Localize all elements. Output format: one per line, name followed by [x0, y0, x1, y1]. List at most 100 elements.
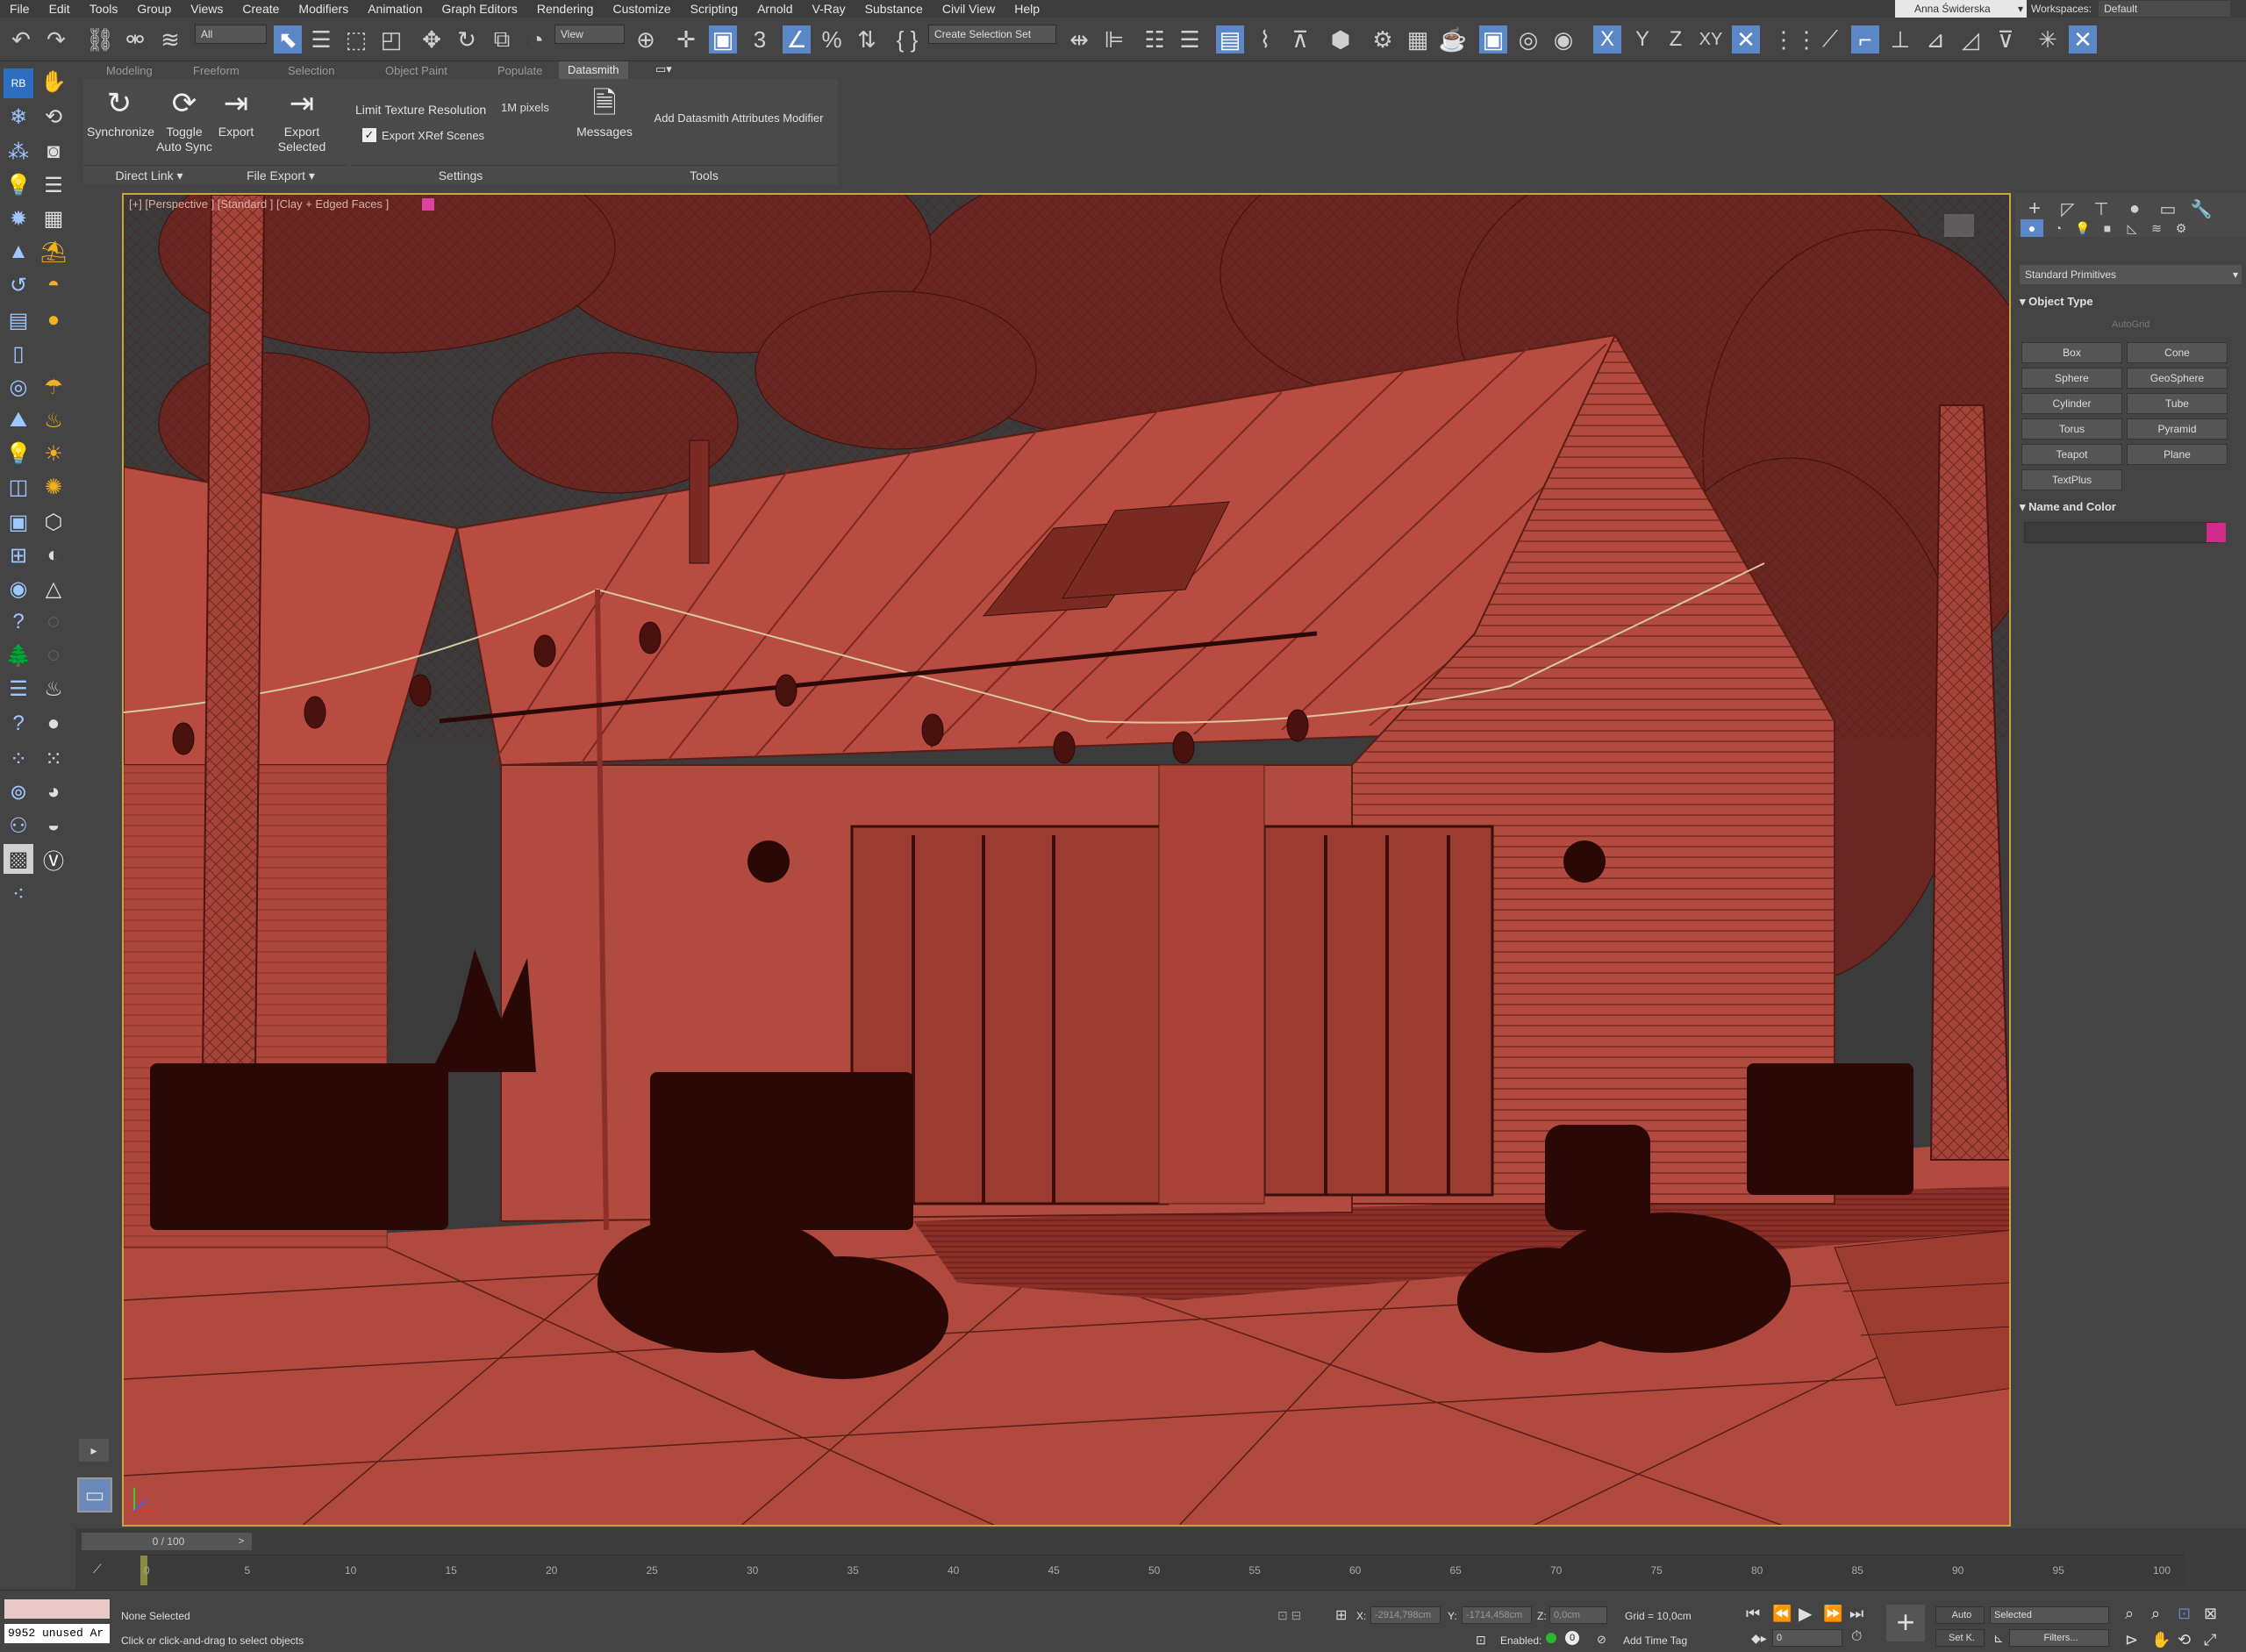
- cameras-icon[interactable]: ■: [2096, 219, 2119, 237]
- scatter-icon[interactable]: ⁂: [4, 137, 33, 167]
- geosphere-button[interactable]: GeoSphere: [2127, 368, 2228, 389]
- snap-options-icon[interactable]: ✳: [2034, 25, 2062, 54]
- filters-button[interactable]: Filters...: [2009, 1629, 2109, 1647]
- sky-icon[interactable]: ✺: [39, 472, 68, 502]
- snap-vertex-icon[interactable]: ⟋: [1816, 25, 1844, 54]
- menu-substance[interactable]: Substance: [855, 2, 933, 16]
- angle-snap-icon[interactable]: ∠: [783, 25, 811, 54]
- camera-icon[interactable]: ◙: [39, 137, 68, 167]
- paint-icon[interactable]: ◕: [39, 777, 68, 807]
- ribbon-toggle-icon[interactable]: ▤: [1216, 25, 1244, 54]
- menu-edit[interactable]: Edit: [39, 2, 80, 16]
- export-selected-button[interactable]: ⇥ Export Selected: [259, 82, 345, 154]
- enabled-indicator[interactable]: [1546, 1633, 1556, 1643]
- systems-icon[interactable]: ⚙: [2170, 219, 2192, 237]
- group-file-export[interactable]: File Export ▾: [215, 165, 347, 184]
- snap-face-icon[interactable]: ◿: [1956, 25, 1985, 54]
- add-datasmith-modifier-button[interactable]: Add Datasmith Attributes Modifier: [645, 111, 833, 125]
- sphere-button[interactable]: Sphere: [2021, 368, 2122, 389]
- tab-datasmith[interactable]: Datasmith: [559, 61, 628, 79]
- plane-button[interactable]: Plane: [2127, 444, 2228, 465]
- pan-icon[interactable]: ✋: [2151, 1631, 2171, 1649]
- people-icon[interactable]: ⚇: [4, 811, 33, 840]
- material-editor-icon[interactable]: ⬢: [1327, 25, 1355, 54]
- time-slider[interactable]: 0 / 100: [85, 1533, 252, 1550]
- grid-icon[interactable]: ⊞: [4, 540, 33, 570]
- torus-button[interactable]: Torus: [2021, 418, 2122, 440]
- export-xref-checkbox[interactable]: ✓: [362, 128, 376, 142]
- cylinder-button[interactable]: Cylinder: [2021, 393, 2122, 414]
- field-of-view-icon[interactable]: ⊳: [2125, 1631, 2138, 1649]
- box-button[interactable]: Box: [2021, 342, 2122, 363]
- auto-key-button[interactable]: Auto: [1935, 1606, 1985, 1624]
- redo-icon[interactable]: ↷: [42, 25, 70, 54]
- viewport-layout-icon[interactable]: ▭: [77, 1477, 112, 1513]
- menu-arnold[interactable]: Arnold: [747, 2, 802, 16]
- list-icon[interactable]: ☰: [39, 170, 68, 200]
- material-ball-icon[interactable]: ●: [39, 709, 68, 739]
- zoom-extents-icon[interactable]: ⊡: [2178, 1605, 2191, 1623]
- select-object-icon[interactable]: ⬉: [274, 25, 302, 54]
- geometry-icon[interactable]: ●: [2021, 219, 2043, 237]
- group-direct-link[interactable]: Direct Link ▾: [83, 165, 215, 184]
- undo-icon[interactable]: ↶: [7, 25, 35, 54]
- lights-icon[interactable]: 💡: [2071, 219, 2094, 237]
- shapes-icon[interactable]: ◔: [2047, 219, 2070, 237]
- orbit-view-icon[interactable]: ⟲: [2178, 1631, 2191, 1649]
- menu-rendering[interactable]: Rendering: [527, 2, 604, 16]
- menu-civil-view[interactable]: Civil View: [933, 2, 1005, 16]
- texture-resolution-dropdown[interactable]: 1M pixels: [496, 99, 566, 118]
- axis-x-button[interactable]: X: [1593, 25, 1621, 54]
- spot-light-icon[interactable]: ☂: [39, 372, 68, 402]
- scatter-dots-icon[interactable]: ⁖: [4, 879, 33, 909]
- maximize-viewport-icon[interactable]: ⤢: [2204, 1631, 2216, 1649]
- ring-icon[interactable]: ⊚: [4, 777, 33, 807]
- menu-customize[interactable]: Customize: [603, 2, 680, 16]
- railclone-icon[interactable]: RB: [4, 68, 33, 98]
- object-color-swatch[interactable]: [2207, 523, 2226, 542]
- name-color-rollout[interactable]: ▾ Name and Color: [2020, 500, 2242, 514]
- forest-icon[interactable]: ❄: [4, 102, 33, 132]
- axis-z-button[interactable]: Z: [1662, 25, 1690, 54]
- cone-button[interactable]: Cone: [2127, 342, 2228, 363]
- eye-icon[interactable]: ◉: [4, 574, 33, 604]
- time-next-icon[interactable]: >: [235, 1533, 247, 1550]
- primitives-dropdown[interactable]: Standard Primitives ▾: [2020, 265, 2242, 284]
- tab-selection[interactable]: Selection: [288, 64, 334, 77]
- sphere-light-icon[interactable]: ●: [39, 305, 68, 335]
- hand-icon[interactable]: ✋: [39, 67, 68, 97]
- bind-space-warp-icon[interactable]: ≋: [156, 25, 184, 54]
- add-time-tag[interactable]: Add Time Tag: [1623, 1634, 1687, 1647]
- zoom-icon[interactable]: ⌕: [2125, 1605, 2134, 1623]
- multi-ball-icon[interactable]: ⁙: [39, 744, 68, 774]
- tab-modeling[interactable]: Modeling: [106, 64, 153, 77]
- nodes-icon[interactable]: ⁘: [4, 744, 33, 774]
- question-icon[interactable]: ?: [4, 709, 33, 739]
- spinner-snap-icon[interactable]: ⇅: [853, 25, 881, 54]
- z-coordinate-field[interactable]: 0,0cm: [1549, 1606, 1607, 1624]
- key-tangent-icon[interactable]: ⊾: [1993, 1631, 2004, 1646]
- object-name-field[interactable]: [2024, 522, 2217, 543]
- axis-y-button[interactable]: Y: [1628, 25, 1656, 54]
- select-manipulate-icon[interactable]: ✛: [672, 25, 700, 54]
- notes-icon[interactable]: ☰: [4, 674, 33, 704]
- pyramid-button[interactable]: Pyramid: [2127, 418, 2228, 440]
- rotate-icon[interactable]: ↻: [453, 25, 481, 54]
- menu-modifiers[interactable]: Modifiers: [289, 2, 358, 16]
- dome-light-icon[interactable]: ◓: [39, 270, 68, 300]
- time-config-icon[interactable]: ⏱: [1851, 1629, 1862, 1645]
- autogrid-checkbox[interactable]: AutoGrid: [2112, 319, 2149, 330]
- ies-light-icon[interactable]: ♨: [39, 405, 68, 435]
- cone-icon[interactable]: ▲: [4, 237, 33, 267]
- named-selection-set-dropdown[interactable]: Create Selection Set: [928, 25, 1056, 44]
- tree-icon[interactable]: 🌲: [4, 640, 33, 670]
- schematic-view-icon[interactable]: ⊼: [1286, 25, 1314, 54]
- messages-button[interactable]: 🗎 Messages: [575, 82, 634, 139]
- workspace-dropdown[interactable]: Default: [2099, 1, 2231, 17]
- set-key-button[interactable]: Set K.: [1935, 1629, 1985, 1647]
- sun-light-icon[interactable]: ☀: [39, 439, 68, 468]
- selection-filter-dropdown[interactable]: All: [195, 25, 267, 44]
- user-account[interactable]: Anna Świderska ▾: [1895, 0, 2027, 18]
- window-crossing-icon[interactable]: ◰: [377, 25, 405, 54]
- goto-start-icon[interactable]: ⏮: [1746, 1605, 1760, 1623]
